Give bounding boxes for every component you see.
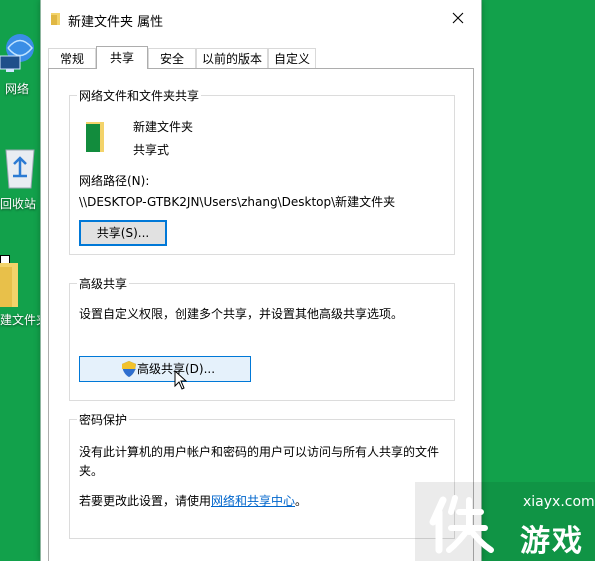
change-setting-prefix: 若要更改此设置，请使用 — [79, 494, 212, 508]
mouse-cursor-icon — [174, 370, 188, 390]
watermark-brand: 游戏 — [520, 524, 584, 559]
advanced-sharing-description: 设置自定义权限，创建多个共享，并设置其他高级共享选项。 — [79, 307, 404, 321]
advanced-sharing-button[interactable]: 高级共享(D)... — [79, 356, 251, 382]
password-protection-group: 密码保护 没有此计算机的用户帐户和密码的用户可以访问与所有人共享的文件 夹。 若… — [69, 411, 455, 539]
group-title: 网络文件和文件夹共享 — [77, 87, 202, 104]
uac-shield-icon — [122, 361, 136, 377]
desktop-icon-new-folder[interactable]: 建文件夹 — [0, 255, 48, 330]
desktop-icon-label: 网络 — [5, 82, 30, 96]
password-description-line1: 没有此计算机的用户帐户和密码的用户可以访问与所有人共享的文件 — [79, 445, 440, 459]
folder-icon — [0, 263, 18, 307]
folder-name: 新建文件夹 — [133, 120, 194, 134]
tab-security[interactable]: 安全 — [148, 48, 196, 68]
password-description-line2: 夹。 — [79, 464, 104, 478]
tab-previous-versions[interactable]: 以前的版本 — [196, 48, 268, 68]
folder-icon — [51, 13, 60, 25]
network-path-label: 网络路径(N): — [79, 174, 150, 188]
tab-customize[interactable]: 自定义 — [268, 48, 316, 68]
share-button[interactable]: 共享(S)... — [79, 220, 167, 246]
watermark-logo-icon — [429, 495, 494, 554]
recycle-bin-icon — [5, 149, 35, 189]
advanced-sharing-group: 高级共享 设置自定义权限，创建多个共享，并设置其他高级共享选项。 高级共享(D)… — [69, 275, 455, 401]
network-sharing-center-link[interactable]: 网络和共享中心 — [211, 494, 295, 508]
properties-dialog: 新建文件夹 属性 常规 共享 安全 以前的版本 自定义 网络文件和文件夹共享 新… — [40, 0, 482, 561]
tab-general[interactable]: 常规 — [48, 48, 96, 68]
network-sharing-group: 网络文件和文件夹共享 新建文件夹 共享式 网络路径(N): \\DESKTOP-… — [69, 87, 455, 255]
sharing-panel: 网络文件和文件夹共享 新建文件夹 共享式 网络路径(N): \\DESKTOP-… — [48, 68, 474, 561]
tab-sharing[interactable]: 共享 — [96, 46, 148, 69]
title-bar[interactable]: 新建文件夹 属性 — [41, 0, 481, 36]
change-setting-suffix: 。 — [295, 494, 308, 508]
watermark: xiayx.com 游戏 — [415, 482, 595, 561]
dialog-title: 新建文件夹 属性 — [68, 15, 164, 30]
close-icon — [452, 12, 464, 24]
folder-icon — [86, 122, 104, 152]
close-button[interactable] — [435, 0, 481, 36]
group-title: 高级共享 — [77, 275, 130, 292]
group-title: 密码保护 — [77, 411, 130, 428]
change-setting-text: 若要更改此设置，请使用网络和共享中心。 — [79, 492, 307, 509]
network-icon — [0, 34, 34, 72]
desktop-icon-network[interactable]: 网络 — [0, 28, 40, 98]
desktop-icon-label: 回收站 — [0, 197, 37, 211]
network-path-value: \\DESKTOP-GTBK2JN\Users\zhang\Desktop\新建… — [79, 195, 396, 209]
desktop-icon-recycle-bin[interactable]: 回收站 — [0, 140, 40, 211]
watermark-site: xiayx.com — [523, 494, 595, 510]
share-state: 共享式 — [133, 143, 170, 157]
